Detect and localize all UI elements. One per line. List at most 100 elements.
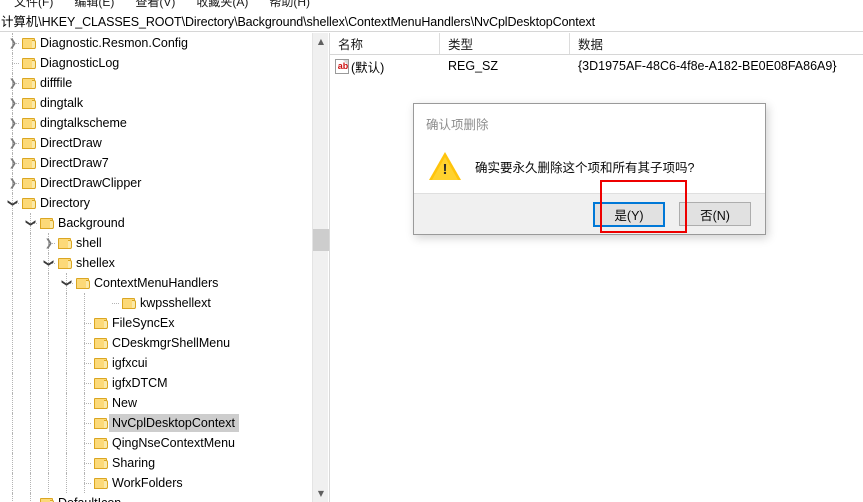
- tree-item-content[interactable]: CDeskmgrShellMenu: [94, 334, 234, 352]
- tree-item-content[interactable]: shellex: [58, 254, 119, 272]
- tree-item[interactable]: ❯ DirectDrawClipper: [0, 173, 312, 193]
- tree-guide-line: [66, 373, 67, 393]
- tree-item-content[interactable]: WorkFolders: [94, 474, 187, 492]
- tree-item[interactable]: ❯ Background: [0, 213, 312, 233]
- tree-item[interactable]: FileSyncEx: [0, 313, 312, 333]
- tree-item[interactable]: ❯ difffile: [0, 73, 312, 93]
- tree-item-content[interactable]: ContextMenuHandlers: [76, 274, 222, 292]
- column-header-data[interactable]: 数据: [570, 33, 863, 54]
- tree-item-content[interactable]: Directory: [22, 194, 94, 212]
- tree-item-content[interactable]: igfxDTCM: [94, 374, 172, 392]
- column-header-name[interactable]: 名称: [330, 33, 440, 54]
- tree-item-content[interactable]: dingtalk: [22, 94, 87, 112]
- tree-item[interactable]: ❯ dingtalk: [0, 93, 312, 113]
- tree-item[interactable]: igfxDTCM: [0, 373, 312, 393]
- tree-item-content[interactable]: dingtalkscheme: [22, 114, 131, 132]
- tree-collapse-chevron-icon[interactable]: ❯: [4, 196, 22, 210]
- tree-item-content[interactable]: DirectDrawClipper: [22, 174, 145, 192]
- tree-item-content[interactable]: Background: [40, 214, 129, 232]
- values-list[interactable]: ab (默认) REG_SZ {3D1975AF-48C6-4f8e-A182-BE0…: [330, 55, 863, 77]
- value-row[interactable]: ab (默认) REG_SZ {3D1975AF-48C6-4f8e-A182-BE0…: [330, 55, 863, 77]
- tree-item-label: Diagnostic.Resmon.Config: [40, 36, 188, 50]
- tree-guide-line: [30, 473, 31, 493]
- dialog-footer: 是(Y) 否(N): [414, 193, 765, 234]
- tree-item-content[interactable]: kwpsshellext: [122, 294, 215, 312]
- tree-item[interactable]: WorkFolders: [0, 473, 312, 493]
- tree-item-label: Directory: [40, 196, 91, 210]
- tree-guide-line: [30, 273, 31, 293]
- tree-collapse-chevron-icon[interactable]: ❯: [58, 276, 76, 290]
- scroll-down-arrow-icon[interactable]: ▼: [313, 485, 329, 502]
- registry-tree-pane[interactable]: ❯ Diagnostic.Resmon.Config DiagnosticLog ❯ d…: [0, 33, 330, 502]
- tree-expand-chevron-icon[interactable]: ❯: [6, 34, 20, 52]
- tree-item-content[interactable]: NvCplDesktopContext: [94, 414, 239, 432]
- tree-item[interactable]: ❯ Diagnostic.Resmon.Config: [0, 33, 312, 53]
- tree-item[interactable]: New: [0, 393, 312, 413]
- tree-item[interactable]: igfxcui: [0, 353, 312, 373]
- tree-item-content[interactable]: Diagnostic.Resmon.Config: [22, 34, 192, 52]
- column-header-type[interactable]: 类型: [440, 33, 570, 54]
- folder-icon: [40, 217, 55, 230]
- tree-expand-chevron-icon[interactable]: ❯: [6, 74, 20, 92]
- tree-item[interactable]: DefaultIcon: [0, 493, 312, 502]
- tree-item-content[interactable]: FileSyncEx: [94, 314, 179, 332]
- tree-item-content[interactable]: shell: [58, 234, 106, 252]
- tree-collapse-chevron-icon[interactable]: ❯: [22, 216, 40, 230]
- folder-icon: [94, 377, 109, 390]
- tree-expand-chevron-icon[interactable]: ❯: [42, 234, 56, 252]
- tree-item-label: DirectDraw7: [40, 156, 109, 170]
- tree-item[interactable]: ❯ shell: [0, 233, 312, 253]
- tree-expand-chevron-icon[interactable]: ❯: [6, 154, 20, 172]
- tree-item-label: CDeskmgrShellMenu: [112, 336, 231, 350]
- address-bar[interactable]: 计算机\HKEY_CLASSES_ROOT\Directory\Backgrou…: [0, 10, 863, 32]
- tree-item-content[interactable]: igfxcui: [94, 354, 151, 372]
- scrollbar-thumb[interactable]: [313, 229, 329, 251]
- yes-button[interactable]: 是(Y): [593, 201, 665, 227]
- tree-item[interactable]: DiagnosticLog: [0, 53, 312, 73]
- tree-expand-chevron-icon[interactable]: ❯: [6, 134, 20, 152]
- tree-item[interactable]: QingNseContextMenu: [0, 433, 312, 453]
- scroll-up-arrow-icon[interactable]: ▲: [313, 33, 329, 50]
- tree-item-content[interactable]: New: [94, 394, 141, 412]
- tree-item-content[interactable]: DefaultIcon: [40, 494, 125, 502]
- tree-expand-chevron-icon[interactable]: ❯: [6, 114, 20, 132]
- value-name-text: (默认): [351, 60, 385, 75]
- tree-item-content[interactable]: difffile: [22, 74, 76, 92]
- tree-item-content[interactable]: QingNseContextMenu: [94, 434, 239, 452]
- tree-item[interactable]: NvCplDesktopContext: [0, 413, 312, 433]
- tree-collapse-chevron-icon[interactable]: ❯: [40, 256, 58, 270]
- tree-item[interactable]: Sharing: [0, 453, 312, 473]
- tree-item[interactable]: ❯ DirectDraw7: [0, 153, 312, 173]
- tree-item[interactable]: ❯ ContextMenuHandlers: [0, 273, 312, 293]
- tree-guide-line: [12, 273, 13, 293]
- tree-guide-line: [66, 333, 67, 353]
- tree-guide-line: [30, 333, 31, 353]
- tree-expand-chevron-icon[interactable]: ❯: [6, 174, 20, 192]
- tree-guide-connector: [112, 303, 119, 304]
- warning-exclamation-glyph: !: [442, 161, 448, 178]
- tree-item-content[interactable]: DiagnosticLog: [22, 54, 123, 72]
- value-data-cell: {3D1975AF-48C6-4f8e-A182-BE0E08FA86A9}: [578, 59, 837, 73]
- tree-vertical-scrollbar[interactable]: ▲ ▼: [312, 33, 329, 502]
- tree-guide-connector: [84, 363, 91, 364]
- folder-icon: [22, 57, 37, 70]
- tree-guide-line: [66, 413, 67, 433]
- folder-icon: [94, 317, 109, 330]
- tree-item[interactable]: CDeskmgrShellMenu: [0, 333, 312, 353]
- tree-item[interactable]: ❯ dingtalkscheme: [0, 113, 312, 133]
- tree-guide-line: [48, 373, 49, 393]
- tree-item-content[interactable]: DirectDraw: [22, 134, 106, 152]
- registry-tree[interactable]: ❯ Diagnostic.Resmon.Config DiagnosticLog ❯ d…: [0, 33, 312, 502]
- tree-guide-line: [30, 433, 31, 453]
- tree-item[interactable]: ❯ shellex: [0, 253, 312, 273]
- tree-item[interactable]: ❯ Directory: [0, 193, 312, 213]
- no-button[interactable]: 否(N): [679, 202, 751, 226]
- tree-item-content[interactable]: DirectDraw7: [22, 154, 113, 172]
- value-name-cell: ab (默认): [330, 57, 440, 76]
- tree-item[interactable]: ❯ DirectDraw: [0, 133, 312, 153]
- tree-item-content[interactable]: Sharing: [94, 454, 159, 472]
- tree-expand-chevron-icon[interactable]: ❯: [6, 94, 20, 112]
- tree-guide-connector: [12, 63, 19, 64]
- folder-icon: [22, 37, 37, 50]
- tree-item[interactable]: kwpsshellext: [0, 293, 312, 313]
